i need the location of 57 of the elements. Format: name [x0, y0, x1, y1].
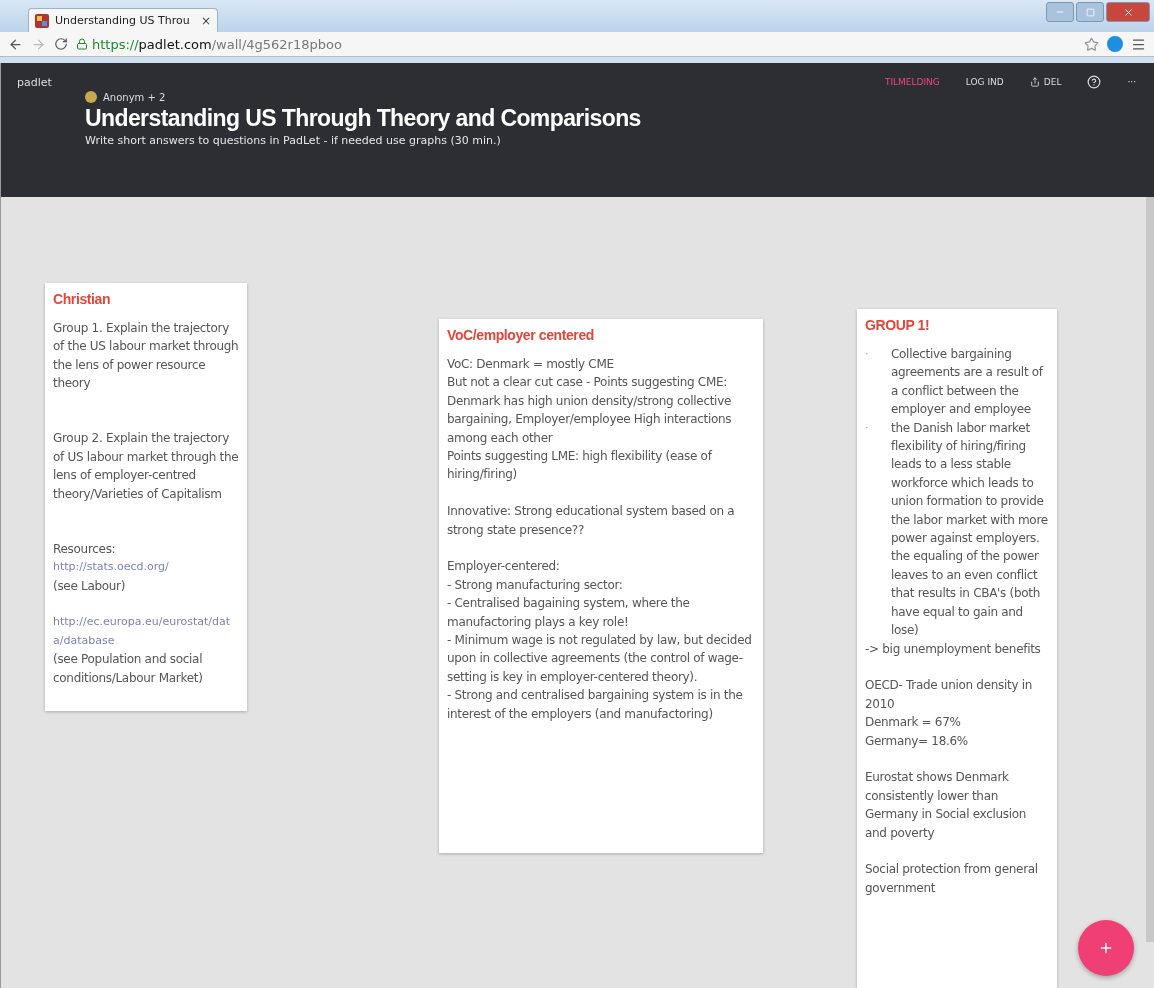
- post-text: Denmark = 67%: [865, 714, 962, 732]
- post-link[interactable]: http://stats.oecd.org/: [53, 558, 239, 577]
- post-text: - Strong manufacturing sector:: [447, 576, 624, 594]
- post-text: Points suggesting LME: high flexibility (ease of hiring/firing): [447, 448, 714, 484]
- bullet-mark: ·: [865, 346, 870, 362]
- post-text: Resources:: [53, 540, 117, 558]
- plus-icon: [1098, 940, 1114, 956]
- signup-link[interactable]: TILMELDING: [884, 77, 940, 87]
- wall-description: Write short answers to questions in PadLet - if needed use graphs (30 min.): [85, 134, 502, 147]
- post-text: -> big unemployment benefits: [865, 640, 1042, 658]
- post-text: the Danish labor market flexibility of hiring/firing leads to a less stable workforce which leads to union formation to provide the labor market with more power against employers. the equaling of the power leaves to an even conflict that results in CBA's (both have equal to gain and lose): [891, 419, 1049, 640]
- favicon-icon: [35, 13, 49, 28]
- post-text: But not a clear cut case - Points suggesting CME: Denmark has high union density/strong collective bargaining, Employer/employee High interactions among each other: [447, 374, 733, 447]
- nav-link[interactable]: LOG IND: [965, 77, 1004, 87]
- post-card[interactable]: [857, 309, 1057, 988]
- post-text: Innovative: Strong educational system based on a strong state presence??: [447, 503, 736, 539]
- post-text: Employer-centered:: [447, 558, 561, 576]
- minimize-icon[interactable]: [1046, 2, 1074, 22]
- avatar-icon: [85, 91, 97, 103]
- post-card[interactable]: [439, 319, 763, 853]
- forward-icon[interactable]: [31, 36, 46, 52]
- wall-title: Understanding US Through Theory and Comparisons: [85, 105, 642, 132]
- post-card[interactable]: [45, 283, 247, 711]
- back-icon[interactable]: [8, 36, 23, 52]
- post-title: VoC/employer centered: [447, 327, 595, 343]
- menu-icon[interactable]: [1131, 36, 1146, 52]
- scrollbar[interactable]: [1146, 197, 1154, 942]
- reload-icon[interactable]: [54, 37, 68, 51]
- share-icon: [1029, 77, 1040, 87]
- post-text: (see Population and social conditions/Labour Market): [53, 651, 204, 687]
- post-text: (see Labour): [53, 577, 127, 595]
- authors-label: Anonym + 2: [103, 91, 166, 103]
- post-text: VoC: Denmark = mostly CME: [447, 356, 615, 373]
- post-link[interactable]: http://ec.europa.eu/eurostat/data/database: [53, 613, 239, 651]
- add-post-button[interactable]: [1078, 920, 1134, 976]
- bullet-mark: ·: [865, 419, 870, 436]
- post-text: Germany= 18.6%: [865, 732, 969, 750]
- help-icon[interactable]: [1087, 75, 1102, 89]
- post-text: Social protection from general government: [865, 861, 1039, 897]
- post-text: - Centralised bagaining system, where the manufactoring plays a key role!: [447, 595, 691, 631]
- post-text: Group 1. Explain the trajectory of the US labour market through the lens of power resource theory: [53, 320, 239, 393]
- post-text: OECD- Trade union density in 2010: [865, 677, 1034, 713]
- post-text: - Minimum wage is not regulated by law, but decided upon in collective agreements (the control of wage-setting is key in employer-centered theory).: [447, 632, 753, 686]
- maximize-icon[interactable]: [1076, 2, 1104, 22]
- star-icon[interactable]: [1084, 36, 1099, 52]
- lock-icon: [76, 38, 88, 50]
- logo[interactable]: padlet: [17, 75, 52, 89]
- share-link[interactable]: DEL: [1029, 77, 1062, 87]
- post-title: GROUP 1!: [865, 317, 931, 333]
- post-text: Group 2. Explain the trajectory of US labour market through the lens of employer-centred theory/Varieties of Capitalism: [53, 430, 239, 503]
- close-window-icon[interactable]: [1106, 2, 1150, 22]
- post-text: - Strong and centralised bargaining system is in the interest of the employers (and manufactoring): [447, 687, 744, 723]
- post-title: Christian: [53, 291, 112, 307]
- nav-link[interactable]: ···: [1127, 77, 1136, 87]
- close-icon[interactable]: ×: [200, 13, 211, 28]
- browser-tab[interactable]: Understanding US Throu ×: [28, 8, 218, 32]
- post-text: Eurostat shows Denmark consistently lower than Germany in Social exclusion and poverty: [865, 769, 1028, 842]
